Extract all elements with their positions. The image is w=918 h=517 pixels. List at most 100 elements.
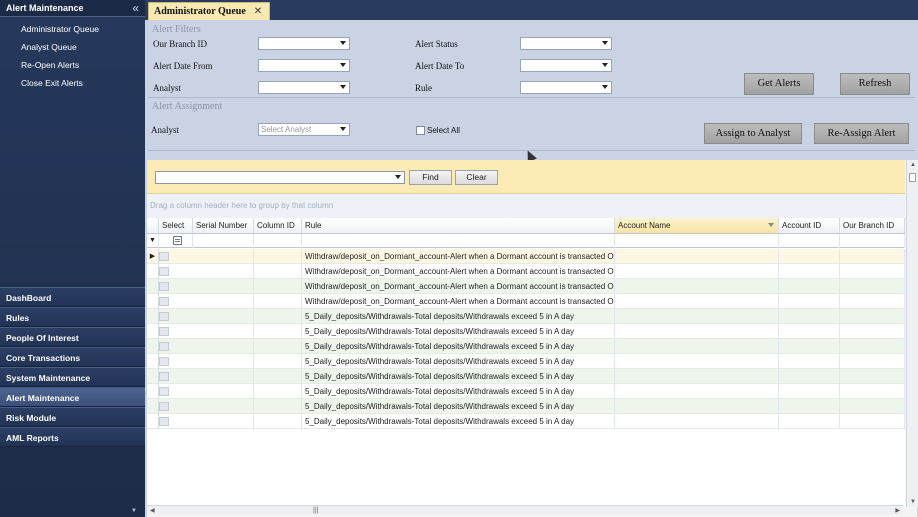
assign-to-analyst-button[interactable]: Assign to Analyst	[704, 123, 802, 144]
cell-account-id	[779, 309, 840, 324]
filter-cell[interactable]	[254, 234, 302, 248]
cell-rule: 5_Daily_deposits/Withdrawals-Total depos…	[302, 414, 615, 429]
column-header-account-name[interactable]: Account Name	[615, 218, 779, 234]
refresh-button[interactable]: Refresh	[840, 73, 910, 95]
find-input[interactable]	[155, 171, 405, 184]
sidebar-submenu: Administrator Queue Analyst Queue Re-Ope…	[0, 17, 145, 92]
cell-serial-number	[193, 279, 254, 294]
select-all-checkbox[interactable]	[416, 126, 425, 135]
row-select-checkbox[interactable]	[159, 417, 169, 426]
group-panel[interactable]: Drag a column header here to group by th…	[147, 194, 905, 218]
filter-cell[interactable]	[193, 234, 254, 248]
filter-cell[interactable]	[779, 234, 840, 248]
horizontal-scrollbar[interactable]: ◀ ||| ▶	[147, 505, 903, 515]
scroll-left-icon[interactable]: ◀	[150, 507, 155, 514]
filter-cell[interactable]	[302, 234, 615, 248]
row-select-checkbox[interactable]	[159, 327, 169, 336]
column-header-rule[interactable]: Rule	[302, 218, 615, 234]
sidebar-item-analyst-queue[interactable]: Analyst Queue	[0, 38, 145, 56]
sidebar-item-reopen-alerts[interactable]: Re-Open Alerts	[0, 56, 145, 74]
close-tab-icon[interactable]: ✕	[254, 6, 262, 17]
vertical-scrollbar[interactable]: ▲ ▼	[906, 160, 918, 507]
collapse-sidebar-icon[interactable]: «	[132, 2, 139, 14]
dropdown-arrow-icon	[602, 63, 608, 67]
cell-serial-number	[193, 264, 254, 279]
column-header-column-id[interactable]: Column ID	[254, 218, 302, 234]
filter-cell[interactable]	[840, 234, 905, 248]
nav-core-transactions[interactable]: Core Transactions	[0, 347, 145, 367]
sidebar-item-administrator-queue[interactable]: Administrator Queue	[0, 20, 145, 38]
scroll-right-icon[interactable]: ▶	[895, 507, 900, 514]
row-indicator-icon: ▶	[147, 249, 159, 264]
row-select-checkbox[interactable]	[159, 252, 169, 261]
cell-branch-id	[840, 369, 905, 384]
row-select-checkbox[interactable]	[159, 387, 169, 396]
row-select-checkbox[interactable]	[159, 357, 169, 366]
alert-status-select[interactable]	[520, 37, 612, 50]
row-select-checkbox[interactable]	[159, 342, 169, 351]
nav-alert-maintenance[interactable]: Alert Maintenance	[0, 387, 145, 407]
row-select-checkbox[interactable]	[159, 312, 169, 321]
table-row[interactable]: 5_Daily_deposits/Withdrawals-Total depos…	[147, 339, 905, 354]
cell-column-id	[254, 354, 302, 369]
clear-button[interactable]: Clear	[455, 170, 498, 185]
tab-administrator-queue[interactable]: Administrator Queue ✕	[148, 2, 270, 20]
sort-icon[interactable]	[768, 223, 774, 227]
cell-column-id	[254, 414, 302, 429]
table-row[interactable]: 5_Daily_deposits/Withdrawals-Total depos…	[147, 354, 905, 369]
cell-branch-id	[840, 324, 905, 339]
alerts-grid: Select Serial Number Column ID Rule Acco…	[147, 218, 905, 507]
table-row[interactable]: 5_Daily_deposits/Withdrawals-Total depos…	[147, 369, 905, 384]
table-row[interactable]: Withdraw/deposit_on_Dormant_account-Aler…	[147, 279, 905, 294]
nav-people-of-interest[interactable]: People Of Interest	[0, 327, 145, 347]
table-row[interactable]: 5_Daily_deposits/Withdrawals-Total depos…	[147, 399, 905, 414]
analyst-filter-select[interactable]	[258, 81, 350, 94]
table-row[interactable]: ▶ Withdraw/deposit_on_Dormant_account-Ale…	[147, 249, 905, 264]
row-select-checkbox[interactable]	[159, 267, 169, 276]
sidebar-item-close-exit-alerts[interactable]: Close Exit Alerts	[0, 74, 145, 92]
row-indicator	[147, 294, 159, 309]
cell-column-id	[254, 369, 302, 384]
branch-id-select[interactable]	[258, 37, 350, 50]
sidebar-scroll[interactable]: ▼	[0, 508, 145, 517]
reassign-alert-button[interactable]: Re-Assign Alert	[814, 123, 909, 144]
row-select-checkbox[interactable]	[159, 402, 169, 411]
scroll-grip-icon[interactable]: |||	[313, 507, 318, 514]
scroll-down-icon[interactable]: ▼	[131, 508, 137, 514]
table-row[interactable]: 5_Daily_deposits/Withdrawals-Total depos…	[147, 384, 905, 399]
cell-serial-number	[193, 384, 254, 399]
filter-icon[interactable]	[173, 236, 182, 245]
nav-system-maintenance[interactable]: System Maintenance	[0, 367, 145, 387]
alert-date-from-select[interactable]	[258, 59, 350, 72]
row-select-checkbox[interactable]	[159, 297, 169, 306]
nav-dashboard[interactable]: DashBoard	[0, 287, 145, 307]
app-window: Alert Maintenance « Administrator Queue …	[0, 0, 918, 517]
scroll-thumb[interactable]	[909, 173, 916, 182]
scroll-down-icon[interactable]: ▼	[910, 499, 916, 505]
row-select-checkbox[interactable]	[159, 372, 169, 381]
filter-cell[interactable]	[615, 234, 779, 248]
column-header-serial-number[interactable]: Serial Number	[193, 218, 254, 234]
rule-select[interactable]	[520, 81, 612, 94]
table-row[interactable]: Withdraw/deposit_on_Dormant_account-Aler…	[147, 294, 905, 309]
get-alerts-button[interactable]: Get Alerts	[744, 73, 814, 95]
column-header-branch-id[interactable]: Our Branch ID	[840, 218, 905, 234]
row-select-checkbox[interactable]	[159, 282, 169, 291]
assign-analyst-select[interactable]: Select Analyst	[258, 123, 350, 136]
table-row[interactable]: Withdraw/deposit_on_Dormant_account-Aler…	[147, 264, 905, 279]
alert-date-to-select[interactable]	[520, 59, 612, 72]
nav-rules[interactable]: Rules	[0, 307, 145, 327]
find-button[interactable]: Find	[409, 170, 452, 185]
table-row[interactable]: 5_Daily_deposits/Withdrawals-Total depos…	[147, 414, 905, 429]
nav-risk-module[interactable]: Risk Module	[0, 407, 145, 427]
row-indicator	[147, 354, 159, 369]
column-header-account-id[interactable]: Account ID	[779, 218, 840, 234]
cell-serial-number	[193, 414, 254, 429]
column-header-select[interactable]: Select	[159, 218, 193, 234]
row-indicator	[147, 399, 159, 414]
nav-aml-reports[interactable]: AML Reports	[0, 427, 145, 447]
filter-cell-select[interactable]	[159, 234, 193, 248]
table-row[interactable]: 5_Daily_deposits/Withdrawals-Total depos…	[147, 309, 905, 324]
table-row[interactable]: 5_Daily_deposits/Withdrawals-Total depos…	[147, 324, 905, 339]
scroll-up-icon[interactable]: ▲	[910, 162, 916, 168]
